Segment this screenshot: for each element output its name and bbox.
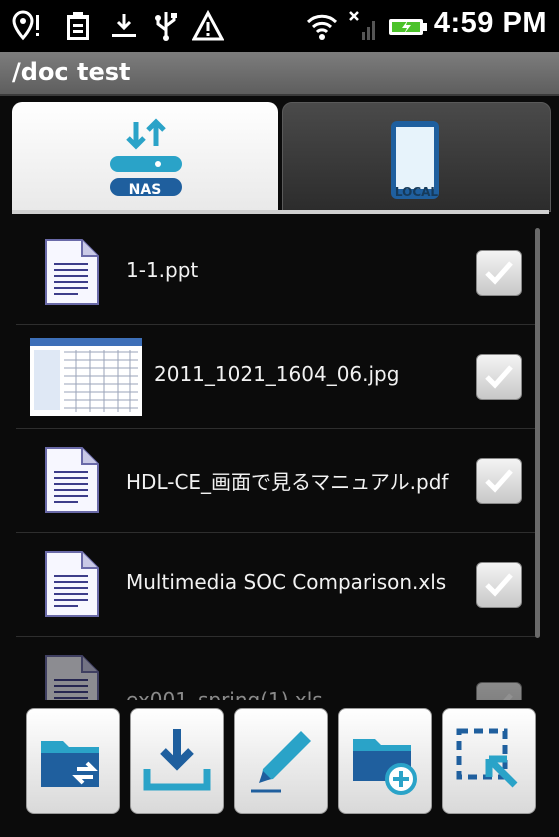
list-scrollbar[interactable] xyxy=(535,228,540,638)
clipboard-icon xyxy=(67,12,89,40)
new-folder-button[interactable] xyxy=(338,708,432,814)
wifi-icon xyxy=(306,14,338,40)
selection-cursor-icon xyxy=(456,728,518,788)
file-list[interactable]: 1-1.ppt 2011_1021_1604_06.jpg HDL-CE_画面で… xyxy=(16,220,536,702)
download-complete-icon xyxy=(112,14,136,37)
pen-icon xyxy=(251,731,311,793)
rename-button[interactable] xyxy=(234,708,328,814)
file-checkbox[interactable] xyxy=(476,250,522,296)
location-alert-icon xyxy=(12,10,39,41)
file-name: HDL-CE_画面で見るマニュアル.pdf xyxy=(126,470,449,494)
list-item[interactable]: HDL-CE_画面で見るマニュアル.pdf xyxy=(16,428,536,533)
list-item[interactable]: 2011_1021_1604_06.jpg xyxy=(16,324,536,429)
tab-nas[interactable]: NAS xyxy=(12,102,278,210)
document-icon xyxy=(45,447,99,513)
status-time: 4:59 PM xyxy=(433,7,547,39)
image-thumbnail xyxy=(30,338,142,416)
warning-icon xyxy=(192,10,224,41)
check-icon xyxy=(485,573,513,597)
file-checkbox[interactable] xyxy=(476,458,522,504)
folder-add-icon xyxy=(353,739,417,795)
file-checkbox[interactable] xyxy=(476,682,522,702)
signal-none-icon xyxy=(349,11,375,40)
path-title-bar: /doc test xyxy=(0,52,559,96)
tab-nas-label: NAS xyxy=(128,182,162,198)
source-tabs: NAS LOCAL xyxy=(0,96,559,216)
check-icon xyxy=(485,469,513,493)
usb-icon xyxy=(155,12,177,41)
file-name: Multimedia SOC Comparison.xls xyxy=(126,570,447,594)
battery-icon xyxy=(389,19,427,35)
action-toolbar xyxy=(0,700,559,837)
file-checkbox[interactable] xyxy=(476,354,522,400)
check-icon xyxy=(485,261,513,285)
download-button[interactable] xyxy=(130,708,224,814)
file-name: 2011_1021_1604_06.jpg xyxy=(154,362,400,386)
file-name: 1-1.ppt xyxy=(126,258,199,282)
folder-move-icon xyxy=(41,741,99,787)
list-item[interactable]: Multimedia SOC Comparison.xls xyxy=(16,532,536,637)
file-checkbox[interactable] xyxy=(476,562,522,608)
tab-indicator xyxy=(12,210,549,214)
select-button[interactable] xyxy=(442,708,536,814)
list-item[interactable]: 1-1.ppt xyxy=(16,220,536,325)
list-item[interactable]: ex001_spring(1).xls xyxy=(16,636,536,702)
tab-local-label: LOCAL xyxy=(394,185,439,199)
document-icon xyxy=(45,239,99,305)
document-icon xyxy=(45,655,99,702)
download-icon xyxy=(143,729,211,791)
current-path: /doc test xyxy=(12,58,131,86)
document-icon xyxy=(45,551,99,617)
status-bar: 4:59 PM xyxy=(0,0,559,52)
move-to-folder-button[interactable] xyxy=(26,708,120,814)
check-icon xyxy=(485,365,513,389)
tab-local[interactable]: LOCAL xyxy=(282,102,551,212)
